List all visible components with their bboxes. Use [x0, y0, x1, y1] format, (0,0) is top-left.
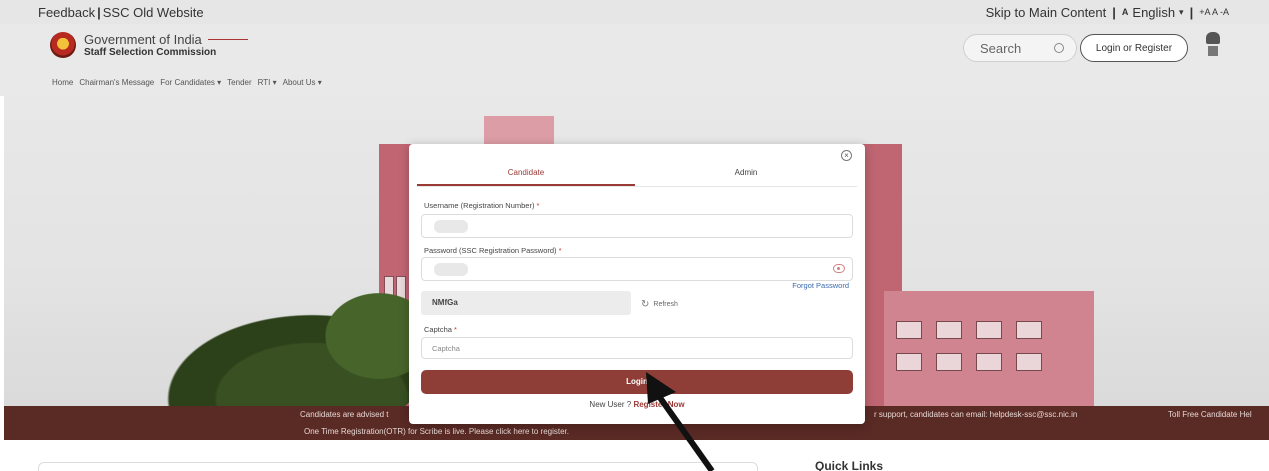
content-area: Quick Links	[0, 440, 1269, 471]
login-button[interactable]: Login	[421, 370, 853, 394]
divider	[207, 39, 248, 40]
site-header: Government of India Staff Selection Comm…	[0, 24, 1269, 96]
register-now-link[interactable]: Register Now	[633, 400, 684, 409]
captcha-input[interactable]: Captcha	[421, 337, 853, 359]
notice-text: Toll Free Candidate Hel	[1168, 410, 1252, 419]
old-website-link[interactable]: SSC Old Website	[103, 5, 204, 20]
captcha-label: Captcha *	[424, 325, 457, 334]
nav-tender[interactable]: Tender	[227, 78, 251, 87]
separator: |	[97, 4, 101, 20]
new-user-text: New User ?	[589, 400, 632, 409]
notice-text: Candidates are advised t	[300, 410, 389, 419]
main-nav: Home Chairman's Message For Candidates ▾…	[52, 78, 322, 87]
national-emblem-icon	[1206, 32, 1220, 58]
ssc-logo-icon	[50, 32, 76, 58]
login-modal: × Candidate Admin Username (Registration…	[409, 144, 865, 424]
skip-to-content-link[interactable]: Skip to Main Content	[986, 5, 1107, 20]
nav-home[interactable]: Home	[52, 78, 73, 87]
nav-chairmans-message[interactable]: Chairman's Message	[79, 78, 154, 87]
site-brand[interactable]: Government of India Staff Selection Comm…	[50, 32, 248, 58]
translate-icon: A	[1121, 7, 1129, 17]
notice-text: r support, candidates can email: helpdes…	[874, 410, 1078, 419]
tab-candidate[interactable]: Candidate	[417, 166, 635, 186]
close-icon[interactable]: ×	[841, 150, 852, 161]
separator: |	[1189, 4, 1194, 20]
forgot-password-link[interactable]: Forgot Password	[792, 281, 849, 290]
nav-for-candidates[interactable]: For Candidates ▾	[160, 78, 221, 87]
font-size-controls[interactable]: +A A -A	[1199, 7, 1229, 17]
masked-value	[434, 220, 468, 233]
content-card	[38, 462, 758, 471]
refresh-icon: ↻	[641, 299, 650, 310]
password-input[interactable]	[421, 257, 853, 281]
nav-about-us[interactable]: About Us ▾	[283, 78, 322, 87]
login-tabs: Candidate Admin	[417, 166, 857, 186]
eye-icon[interactable]	[833, 264, 845, 273]
username-label: Username (Registration Number) *	[424, 201, 540, 210]
language-select[interactable]: English	[1132, 5, 1175, 20]
tab-admin[interactable]: Admin	[635, 166, 857, 186]
divider	[417, 186, 857, 187]
login-register-button[interactable]: Login or Register	[1080, 34, 1188, 62]
refresh-label: Refresh	[653, 301, 678, 308]
search-icon[interactable]	[1054, 43, 1064, 53]
utility-bar: Feedback | SSC Old Website Skip to Main Co…	[0, 0, 1269, 24]
search-placeholder: Search	[980, 40, 1022, 56]
otr-scribe-link[interactable]: One Time Registration(OTR) for Scribe is…	[304, 427, 569, 436]
feedback-link[interactable]: Feedback	[38, 5, 95, 20]
new-user-prompt: New User ? Register Now	[409, 400, 865, 409]
quick-links-heading: Quick Links	[815, 459, 884, 471]
org-name: Staff Selection Commission	[84, 47, 217, 58]
refresh-captcha-button[interactable]: ↻ Refresh	[641, 299, 678, 310]
masked-value	[434, 263, 468, 276]
chevron-down-icon: ▾	[1179, 6, 1184, 17]
gov-label: Government of India	[84, 32, 202, 47]
separator: |	[1112, 4, 1116, 20]
captcha-image: NMfGa	[421, 291, 631, 315]
password-label: Password (SSC Registration Password) *	[424, 246, 562, 255]
username-input[interactable]	[421, 214, 853, 238]
search-input[interactable]: Search	[963, 34, 1077, 62]
nav-rti[interactable]: RTI ▾	[258, 78, 277, 87]
